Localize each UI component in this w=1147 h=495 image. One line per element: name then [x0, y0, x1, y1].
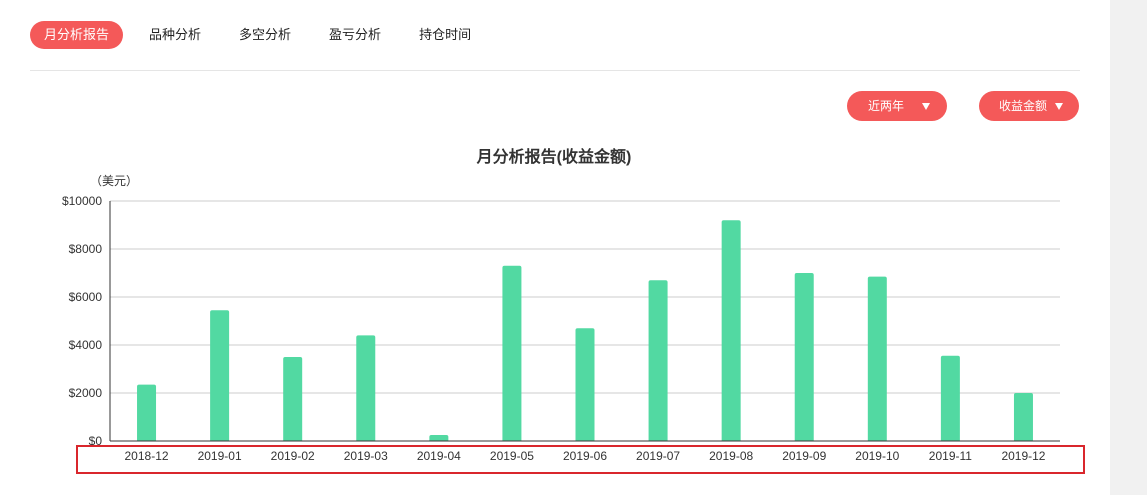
- bar-2019-12[interactable]: [1013, 393, 1033, 441]
- bar-2019-05[interactable]: [502, 265, 522, 441]
- x-axis-highlight-box: [76, 445, 1085, 474]
- bar-2019-07[interactable]: [648, 280, 668, 441]
- y-tick-label: $8000: [69, 242, 103, 256]
- y-axis-ticks: $0$2000$4000$6000$8000$10000: [62, 194, 102, 448]
- bar-2019-06[interactable]: [575, 328, 595, 441]
- chart-title: 月分析报告(收益金额): [476, 147, 632, 166]
- y-axis-unit-label: （美元）: [90, 174, 138, 188]
- bar-2019-10[interactable]: [867, 276, 887, 441]
- bar-2019-04[interactable]: [429, 435, 449, 441]
- bar-2019-03[interactable]: [356, 335, 376, 441]
- bar-2019-02[interactable]: [283, 357, 303, 441]
- y-tick-label: $2000: [69, 386, 103, 400]
- bar-2019-08[interactable]: [721, 220, 741, 441]
- y-tick-label: $4000: [69, 338, 103, 352]
- bar-chart: 月分析报告(收益金额) （美元） $0$2000$4000$6000$8000$…: [62, 147, 1060, 463]
- bar-2019-11[interactable]: [940, 355, 960, 441]
- y-tick-label: $10000: [62, 194, 102, 208]
- bar-2018-12[interactable]: [137, 384, 157, 441]
- bar-2019-01[interactable]: [210, 310, 230, 441]
- bar-2019-09[interactable]: [794, 273, 814, 441]
- bars: [137, 220, 1033, 441]
- y-tick-label: $6000: [69, 290, 103, 304]
